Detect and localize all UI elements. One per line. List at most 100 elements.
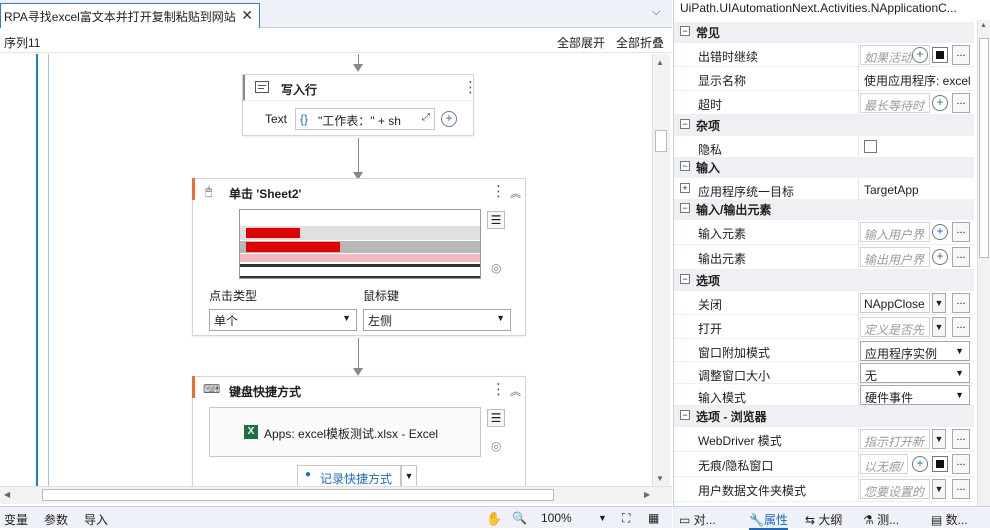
group-input[interactable]: − 输入	[674, 157, 974, 178]
input-mode-select[interactable]: 硬件事件 ▼	[860, 385, 970, 405]
input-element-input[interactable]: 输入用户界	[860, 222, 930, 242]
write-line-activity[interactable]: 写入行 ⋮ Text {} "工作表：" + sh ⤢ +	[242, 74, 478, 136]
scroll-down-icon[interactable]: ▼	[656, 474, 664, 483]
target-app-box[interactable]: X Apps: excel模板测试.xlsx - Excel	[209, 407, 481, 457]
ellipsis-button[interactable]: ...	[952, 93, 970, 113]
group-common[interactable]: − 常见	[674, 22, 974, 43]
breadcrumb[interactable]: 序列11	[4, 34, 40, 51]
close-input[interactable]: NAppClose	[860, 293, 930, 313]
chevron-down-icon[interactable]: ▼	[401, 465, 417, 486]
group-misc[interactable]: − 杂项	[674, 115, 974, 136]
horizontal-scrollbar[interactable]: ◀ ▶	[0, 486, 672, 504]
scroll-thumb[interactable]	[655, 130, 667, 152]
incognito-input[interactable]: 以无痕/	[860, 454, 908, 474]
document-tab[interactable]: RPA寻找excel富文本并打开复制粘贴到网站 ✕	[0, 3, 260, 28]
outline-tab[interactable]: ⇆ 大纲	[805, 511, 842, 528]
ellipsis-button[interactable]: ...	[952, 293, 970, 313]
pan-hand-icon[interactable]: ✋	[486, 511, 502, 527]
collapse-icon[interactable]: −	[680, 119, 690, 129]
target-icon[interactable]: ◎	[491, 439, 501, 453]
click-type-select[interactable]: 单个 ▼	[209, 309, 357, 331]
text-expression-input[interactable]: {} "工作表：" + sh ⤢	[295, 108, 435, 130]
target-icon[interactable]: ◎	[491, 261, 501, 275]
group-browser-options[interactable]: − 选项 - 浏览器	[674, 406, 974, 427]
variables-tab[interactable]: 变量	[4, 511, 28, 528]
collapse-icon[interactable]: −	[680, 274, 690, 284]
collapse-all-button[interactable]: 全部折叠	[616, 34, 664, 51]
click-activity[interactable]: 🖱 单击 'Sheet2' ⋮ ︽ ☰ ◎ 点击类型 鼠标键 单个 ▼ 左侧 ▼	[192, 178, 526, 336]
imports-tab[interactable]: 导入	[84, 511, 108, 528]
vertical-scrollbar[interactable]: ▲ ▼	[652, 54, 670, 486]
collapse-icon[interactable]: −	[680, 203, 690, 213]
add-icon[interactable]: +	[912, 456, 928, 472]
timeout-input[interactable]: 最长等待时	[860, 93, 930, 113]
test-tab[interactable]: ⚗ 测...	[863, 511, 899, 528]
chevron-down-icon[interactable]: ▼	[932, 429, 946, 449]
data-tab[interactable]: ▤ 数...	[931, 511, 968, 528]
ellipsis-button[interactable]: ...	[952, 479, 970, 499]
output-element-input[interactable]: 输出用户界	[860, 247, 930, 267]
private-checkbox[interactable]	[864, 140, 877, 153]
add-icon[interactable]: +	[912, 47, 928, 63]
properties-scrollbar[interactable]: ▲	[977, 20, 990, 506]
collapse-icon[interactable]: −	[680, 161, 690, 171]
chevron-down-icon[interactable]: ▼	[932, 317, 946, 337]
menu-icon[interactable]: ☰	[487, 211, 505, 229]
ellipsis-button[interactable]: ...	[952, 247, 970, 267]
scroll-thumb[interactable]	[42, 489, 554, 501]
zoom-icon[interactable]: 🔍	[512, 511, 527, 525]
more-options-icon[interactable]: ⋮	[491, 382, 506, 397]
ellipsis-button[interactable]: ...	[952, 429, 970, 449]
add-icon[interactable]: +	[932, 224, 948, 240]
close-icon[interactable]: ✕	[241, 7, 253, 24]
collapse-icon[interactable]: −	[680, 26, 690, 36]
prop-row-incognito: 无痕/隐私窗口 以无痕/ + ...	[674, 452, 974, 477]
group-io-elements[interactable]: − 输入/输出元素	[674, 199, 974, 220]
attach-mode-select[interactable]: 应用程序实例 ▼	[860, 341, 970, 361]
more-options-icon[interactable]: ⋮	[491, 184, 506, 199]
object-repo-tab[interactable]: ▭ 对...	[679, 511, 716, 528]
webdriver-input[interactable]: 指示打开新	[860, 429, 930, 449]
ellipsis-button[interactable]: ...	[952, 317, 970, 337]
scroll-up-icon[interactable]: ▲	[980, 22, 987, 29]
open-input[interactable]: 定义是否先	[860, 317, 930, 337]
ellipsis-button[interactable]: ...	[952, 45, 970, 65]
prop-row-display-name: 显示名称 使用应用程序: excel	[674, 67, 974, 91]
add-icon[interactable]: +	[932, 95, 948, 111]
user-data-folder-input[interactable]: 您要设置的	[860, 479, 930, 499]
arguments-tab[interactable]: 参数	[44, 511, 68, 528]
display-name-value[interactable]: 使用应用程序: excel	[864, 72, 971, 89]
expand-editor-icon[interactable]: ⤢	[422, 112, 430, 123]
chevron-down-icon[interactable]: ▼	[932, 293, 946, 313]
menu-icon[interactable]: ☰	[487, 409, 505, 427]
ellipsis-button[interactable]: ...	[952, 454, 970, 474]
scroll-up-icon[interactable]: ▲	[656, 58, 664, 67]
fit-screen-icon[interactable]: ⛶	[622, 511, 630, 526]
mouse-button-select[interactable]: 左侧 ▼	[363, 309, 511, 331]
scroll-right-icon[interactable]: ▶	[644, 490, 650, 499]
scroll-thumb[interactable]	[979, 38, 989, 258]
record-shortcut-button[interactable]: ● 记录快捷方式	[297, 465, 401, 486]
collapse-icon[interactable]: −	[680, 410, 690, 420]
expand-icon[interactable]: +	[680, 183, 690, 193]
add-icon[interactable]: +	[932, 249, 948, 265]
resize-select[interactable]: 无 ▼	[860, 363, 970, 383]
checkbox[interactable]	[932, 47, 948, 63]
overview-icon[interactable]: ▦	[648, 511, 659, 525]
properties-tab[interactable]: 🔧属性	[749, 511, 788, 530]
collapse-icon[interactable]: ︽	[510, 185, 521, 201]
collapse-icon[interactable]: ︽	[510, 383, 521, 399]
chevron-down-icon[interactable]: ▼	[598, 513, 607, 523]
chevron-down-icon[interactable]: ▼	[932, 479, 946, 499]
ellipsis-button[interactable]: ...	[952, 222, 970, 242]
add-icon[interactable]: +	[441, 111, 457, 127]
checkbox[interactable]	[932, 456, 948, 472]
expand-all-button[interactable]: 全部展开	[557, 34, 605, 51]
app-target-value[interactable]: TargetApp	[864, 183, 919, 197]
more-options-icon[interactable]: ⋮	[463, 80, 478, 95]
zoom-level[interactable]: 100%	[541, 511, 572, 525]
group-options[interactable]: − 选项	[674, 270, 974, 291]
scroll-left-icon[interactable]: ◀	[4, 490, 10, 499]
keyboard-shortcut-activity[interactable]: ⌨ 键盘快捷方式 ⋮ ︽ X Apps: excel模板测试.xlsx - Ex…	[192, 376, 526, 486]
chevron-down-icon[interactable]: ⌵	[652, 6, 660, 19]
